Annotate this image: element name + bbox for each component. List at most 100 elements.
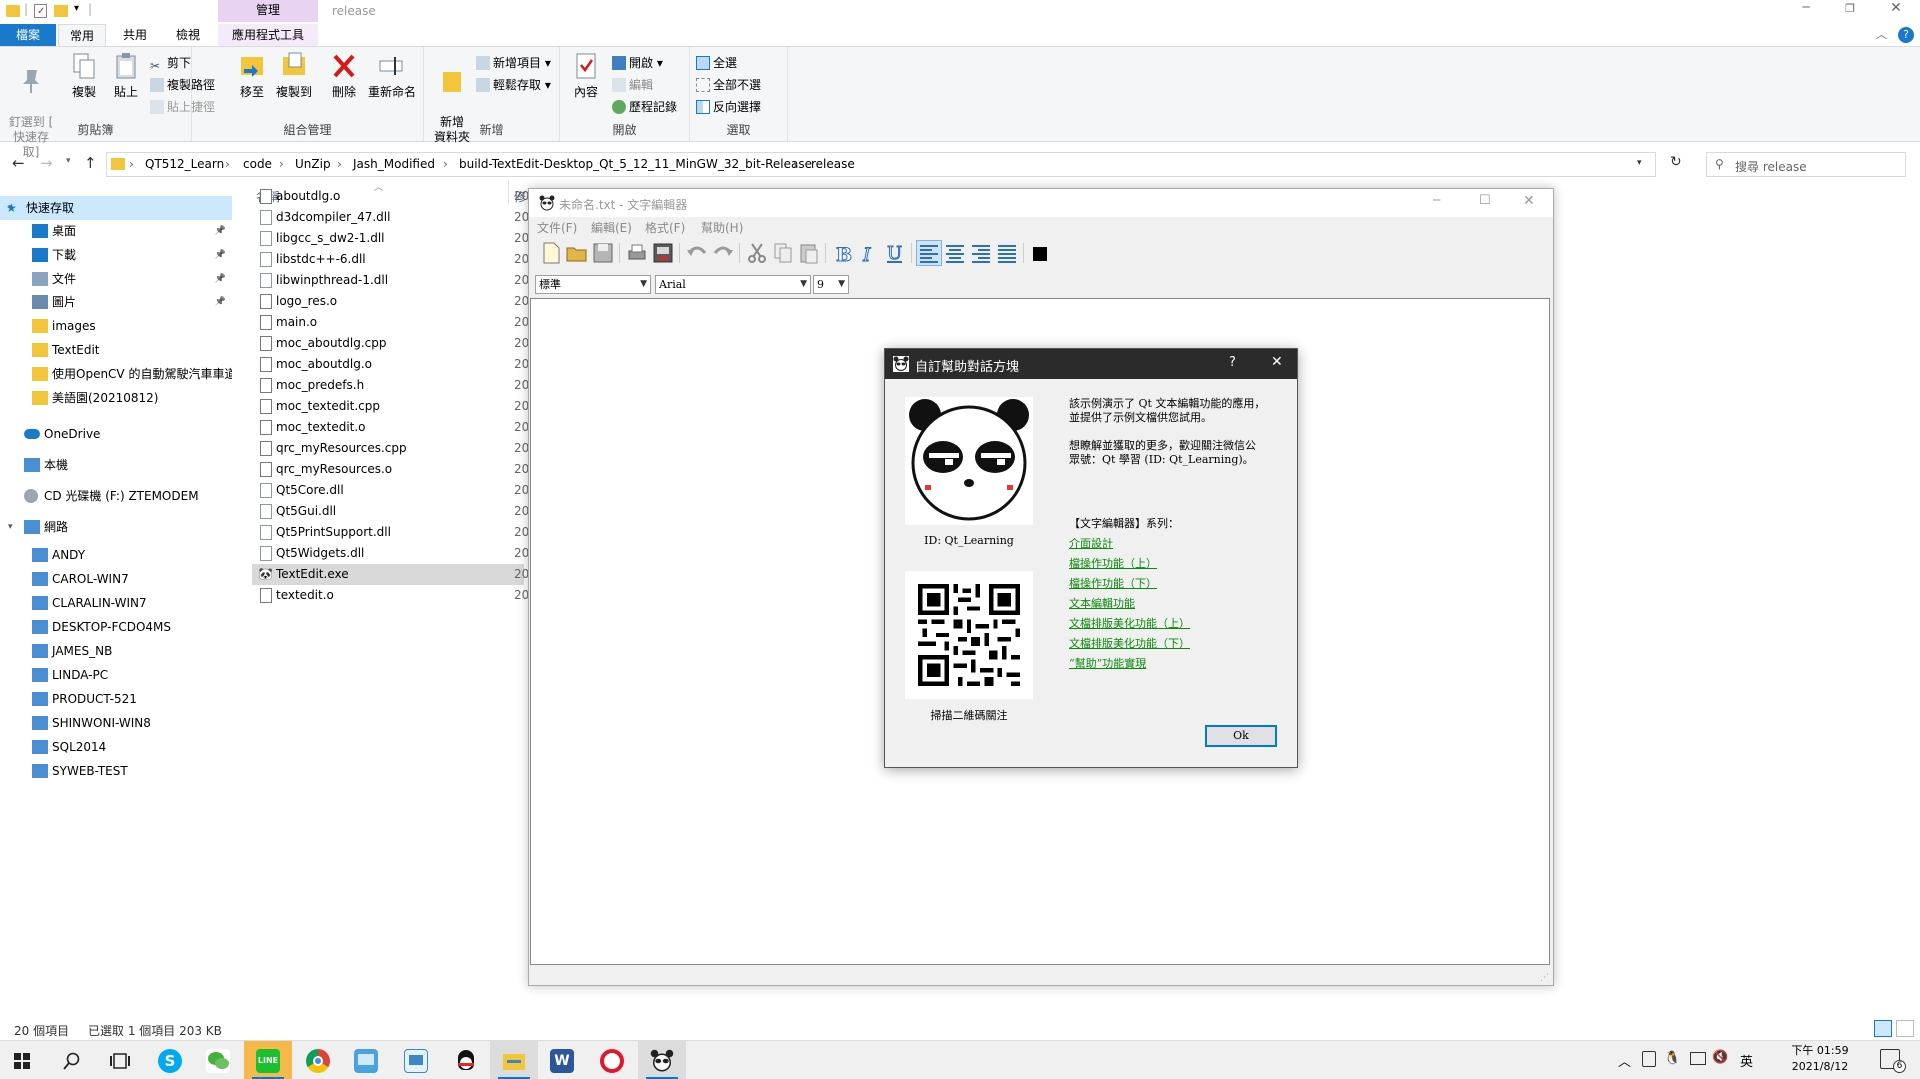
tab-share[interactable]: 共用 (110, 24, 160, 46)
pin-quick-access-button[interactable]: 釘選到 [ 快速存取] (6, 51, 56, 160)
new-file-icon[interactable] (539, 241, 563, 265)
text-color-icon[interactable] (1033, 247, 1047, 261)
editor-maximize-button[interactable]: ☐ (1479, 193, 1491, 208)
taskbar-skype[interactable]: S (146, 1041, 194, 1079)
file-row[interactable]: moc_textedit.o 20 (252, 417, 529, 438)
collapse-ribbon-icon[interactable]: ︿ (1876, 26, 1887, 42)
file-row[interactable]: logo_res.o 20 (252, 291, 529, 312)
notification-icon[interactable]: 6 (1880, 1049, 1906, 1073)
nav-item[interactable]: CLARALIN-WIN7 (0, 591, 232, 615)
underline-icon[interactable]: U (883, 241, 907, 265)
link-file-ops-1[interactable]: 檔操作功能（上） (1069, 555, 1157, 571)
nav-item[interactable]: 美語園(20210812) (0, 386, 232, 410)
select-none-button[interactable]: 全部不選 (696, 75, 761, 95)
paste-text-icon[interactable] (797, 241, 821, 265)
invert-selection-button[interactable]: 反向選擇 (696, 97, 761, 117)
nav-item[interactable]: ▾ 網路 (0, 515, 232, 539)
nav-item[interactable]: CD 光碟機 (F:) ZTEMODEM (0, 484, 232, 508)
print-icon[interactable] (625, 241, 649, 265)
nav-item[interactable]: 下載 📌 (0, 243, 232, 267)
link-text-edit[interactable]: 文本編輯功能 (1069, 595, 1135, 611)
file-row[interactable]: textedit.o 20 (252, 585, 529, 606)
file-row[interactable]: Qt5Widgets.dll 20 (252, 543, 529, 564)
taskbar-file-explorer[interactable] (490, 1041, 538, 1079)
menu-edit[interactable]: 編輯(E) (591, 219, 632, 236)
copy-text-icon[interactable] (771, 241, 795, 265)
resize-grip-icon[interactable]: ⋰ (1540, 973, 1549, 983)
file-row[interactable]: libstdc++-6.dll 20 (252, 249, 529, 270)
qq-tray-icon[interactable]: 🐧 (1664, 1051, 1680, 1066)
cut-icon[interactable] (745, 241, 769, 265)
paste-button[interactable]: 貼上 (104, 51, 148, 100)
taskbar-remote-desktop[interactable] (392, 1041, 440, 1079)
copy-button[interactable]: 複製 (62, 51, 106, 100)
copy-to-button[interactable]: 複製到 (272, 51, 316, 100)
customize-quick-access-icon[interactable]: ▾ (74, 3, 79, 14)
bold-icon[interactable]: B (831, 241, 855, 266)
address-bar[interactable]: › QT512_Learn › code › UnZip › Jash_Modi… (106, 152, 1656, 177)
new-folder-quick-icon[interactable] (54, 5, 68, 17)
show-hidden-icons-icon[interactable]: ︿ (1618, 1051, 1631, 1070)
link-layout-2[interactable]: 文檔排版美化功能（下） (1069, 635, 1190, 651)
file-row[interactable]: moc_predefs.h 20 (252, 375, 529, 396)
file-row[interactable]: aboutdlg.o 20 (252, 186, 529, 207)
breadcrumb-item[interactable]: QT512_Learn (145, 157, 224, 171)
breadcrumb-item[interactable]: build-TextEdit-Desktop_Qt_5_12_11_MinGW_… (459, 157, 812, 171)
nav-item[interactable]: 文件 📌 (0, 267, 232, 291)
font-combo[interactable]: Arial ▼ (655, 275, 811, 294)
move-to-button[interactable]: 移至 (230, 51, 274, 100)
open-file-icon[interactable] (565, 241, 589, 265)
taskbar-wechat[interactable] (194, 1041, 242, 1079)
breadcrumb-item[interactable]: release (811, 157, 855, 171)
nav-item[interactable]: CAROL-WIN7 (0, 567, 232, 591)
file-row[interactable]: qrc_myResources.cpp 20 (252, 438, 529, 459)
link-layout-1[interactable]: 文檔排版美化功能（上） (1069, 615, 1190, 631)
delete-button[interactable]: 刪除 (322, 51, 366, 100)
nav-item[interactable]: 圖片 📌 (0, 290, 232, 314)
back-button[interactable]: ← (12, 154, 25, 172)
nav-item[interactable]: SHINWONI-WIN8 (0, 711, 232, 735)
search-button[interactable] (48, 1041, 96, 1079)
file-row[interactable]: 🐼 TextEdit.exe 20 (252, 564, 529, 585)
volume-muted-icon[interactable]: 🔇 (1712, 1050, 1728, 1065)
editor-minimize-button[interactable]: ─ (1433, 193, 1440, 207)
menu-file[interactable]: 文件(F) (537, 219, 577, 236)
size-combo[interactable]: 9 ▼ (813, 275, 849, 294)
breadcrumb-item[interactable]: UnZip (295, 157, 331, 171)
file-row[interactable]: libwinpthread-1.dll 20 (252, 270, 529, 291)
nav-item[interactable]: TextEdit (0, 338, 232, 362)
align-center-icon[interactable] (943, 241, 967, 265)
file-row[interactable]: d3dcompiler_47.dll 20 (252, 207, 529, 228)
minimize-button[interactable]: ─ (1796, 0, 1816, 22)
redo-icon[interactable] (711, 241, 735, 265)
taskbar-control-panel[interactable] (342, 1041, 390, 1079)
details-view-icon[interactable] (1874, 1020, 1892, 1037)
cut-button[interactable]: ✂ 剪下 (150, 53, 191, 73)
export-pdf-icon[interactable] (651, 241, 675, 265)
rename-button[interactable]: 重新命名 (364, 51, 420, 100)
file-row[interactable]: qrc_myResources.o 20 (252, 459, 529, 480)
properties-quick-icon[interactable]: ✓ (34, 4, 47, 18)
chevron-down-icon[interactable]: ▾ (8, 515, 13, 539)
nav-item[interactable]: JAMES_NB (0, 639, 232, 663)
taskbar-chrome[interactable] (294, 1041, 342, 1079)
tab-application-tools[interactable]: 應用程式工具 (218, 24, 318, 46)
menu-help[interactable]: 幫助(H) (701, 219, 743, 236)
open-button[interactable]: 開啟 ▾ (612, 53, 663, 73)
clock[interactable]: 下午 01:59 2021/8/12 (1770, 1043, 1870, 1075)
menu-format[interactable]: 格式(F) (645, 219, 685, 236)
file-row[interactable]: main.o 20 (252, 312, 529, 333)
file-row[interactable]: Qt5Core.dll 20 (252, 480, 529, 501)
properties-button[interactable]: 內容 (564, 51, 608, 100)
align-left-icon[interactable] (916, 240, 942, 266)
new-item-button[interactable]: 新增項目 ▾ (476, 53, 551, 73)
task-view-button[interactable] (96, 1041, 144, 1079)
nav-item[interactable]: 桌面 📌 (0, 219, 232, 243)
nav-item[interactable]: PRODUCT-521 (0, 687, 232, 711)
dialog-close-button[interactable]: ✕ (1271, 354, 1283, 370)
search-box[interactable]: ⚲ 搜尋 release (1706, 152, 1906, 177)
nav-item[interactable]: DESKTOP-FCDO4MS (0, 615, 232, 639)
taskbar-line[interactable]: LINE (244, 1041, 292, 1079)
tab-view[interactable]: 檢視 (162, 24, 214, 46)
file-row[interactable]: moc_textedit.cpp 20 (252, 396, 529, 417)
